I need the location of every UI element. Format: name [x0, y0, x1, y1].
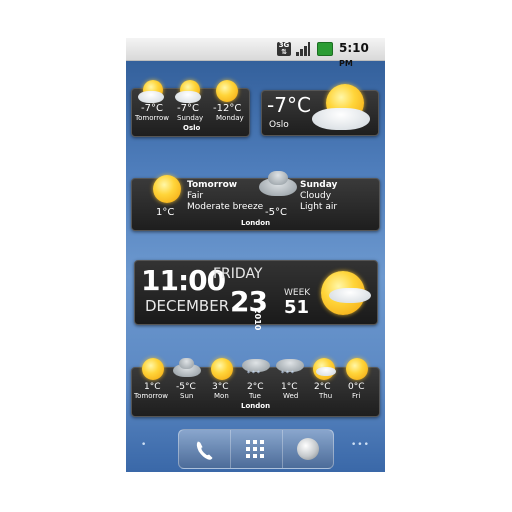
status-ampm: PM [339, 59, 353, 68]
clock-widget[interactable]: 11:00 FRIDAY DECEMBER 23 2010 WEEK 51 [134, 260, 378, 330]
oslo-forecast-widget[interactable]: -7°C Tomorrow -7°C Sunday -12°C Monday O… [131, 80, 250, 137]
day2-wind: Light air [300, 202, 338, 212]
forecast-day: Wed [283, 392, 299, 400]
network-3g-icon: 3G ⇅ [277, 41, 291, 56]
widget-city: London [241, 402, 271, 410]
phone-icon[interactable] [179, 430, 231, 468]
sun-icon [346, 358, 368, 380]
forecast-temp: 2°C [247, 382, 264, 392]
sun-icon [153, 175, 181, 203]
forecast-temp: 0°C [348, 382, 365, 392]
day1-temp: 1°C [156, 207, 175, 218]
page-indicator-right[interactable]: ••• [351, 440, 370, 450]
forecast-day: Tue [249, 392, 261, 400]
forecast-temp: -7°C [141, 103, 163, 114]
forecast-temp: 1°C [281, 382, 298, 392]
forecast-day: Sunday [177, 114, 204, 122]
london-week-widget[interactable]: 1°C Tomorrow -5°C Sun 3°C Mon * * * 2°C … [131, 358, 380, 417]
day2-label: Sunday [300, 180, 338, 190]
page-indicator-left[interactable]: • [141, 440, 146, 450]
app-drawer-grid-icon[interactable] [230, 430, 283, 468]
forecast-day: Fri [352, 392, 361, 400]
forecast-temp: -7°C [177, 103, 199, 114]
sun-icon [216, 80, 238, 102]
current-city: Oslo [269, 120, 289, 130]
widget-city: London [241, 219, 271, 227]
signal-strength-icon [296, 42, 310, 56]
forecast-day: Mon [214, 392, 229, 400]
status-bar: 3G ⇅ 5:10 PM [126, 38, 385, 68]
forecast-temp: -5°C [176, 382, 196, 392]
current-temp: -7°C [267, 93, 311, 117]
forecast-temp: 2°C [314, 382, 331, 392]
forecast-temp: 1°C [144, 382, 161, 392]
forecast-day: Thu [319, 392, 333, 400]
dock-bar [178, 429, 334, 469]
battery-charging-icon [317, 42, 333, 56]
day2-condition: Cloudy [300, 191, 332, 201]
day1-condition: Fair [187, 191, 204, 201]
london-two-day-widget[interactable]: 1°C Tomorrow Fair Moderate breeze -5°C S… [131, 171, 380, 231]
status-clock: 5:10 PM [339, 41, 385, 69]
status-time: 5:10 [339, 41, 369, 55]
clock-weekday: FRIDAY [213, 266, 263, 282]
forecast-temp: -12°C [213, 103, 242, 114]
phone-screen: 3G ⇅ 5:10 PM -7°C Tomorrow -7°C Sunday -1… [126, 38, 385, 472]
sun-icon [142, 358, 164, 380]
forecast-day: Sun [180, 392, 194, 400]
widget-city: Oslo [183, 124, 201, 132]
forecast-day: Tomorrow [135, 114, 169, 122]
oslo-current-widget[interactable]: -7°C Oslo [261, 84, 379, 136]
browser-globe-icon[interactable] [282, 430, 333, 468]
sun-icon [211, 358, 233, 380]
forecast-day: Tomorrow [134, 392, 168, 400]
forecast-temp: 3°C [212, 382, 229, 392]
clock-month: DECEMBER [145, 297, 230, 315]
day2-temp: -5°C [265, 207, 287, 218]
forecast-day: Monday [216, 114, 244, 122]
clock-year: 2010 [253, 308, 262, 331]
day1-label: Tomorrow [187, 180, 238, 190]
day1-wind: Moderate breeze [187, 202, 264, 212]
week-number: 51 [284, 297, 310, 318]
network-label: 3G [278, 41, 290, 49]
